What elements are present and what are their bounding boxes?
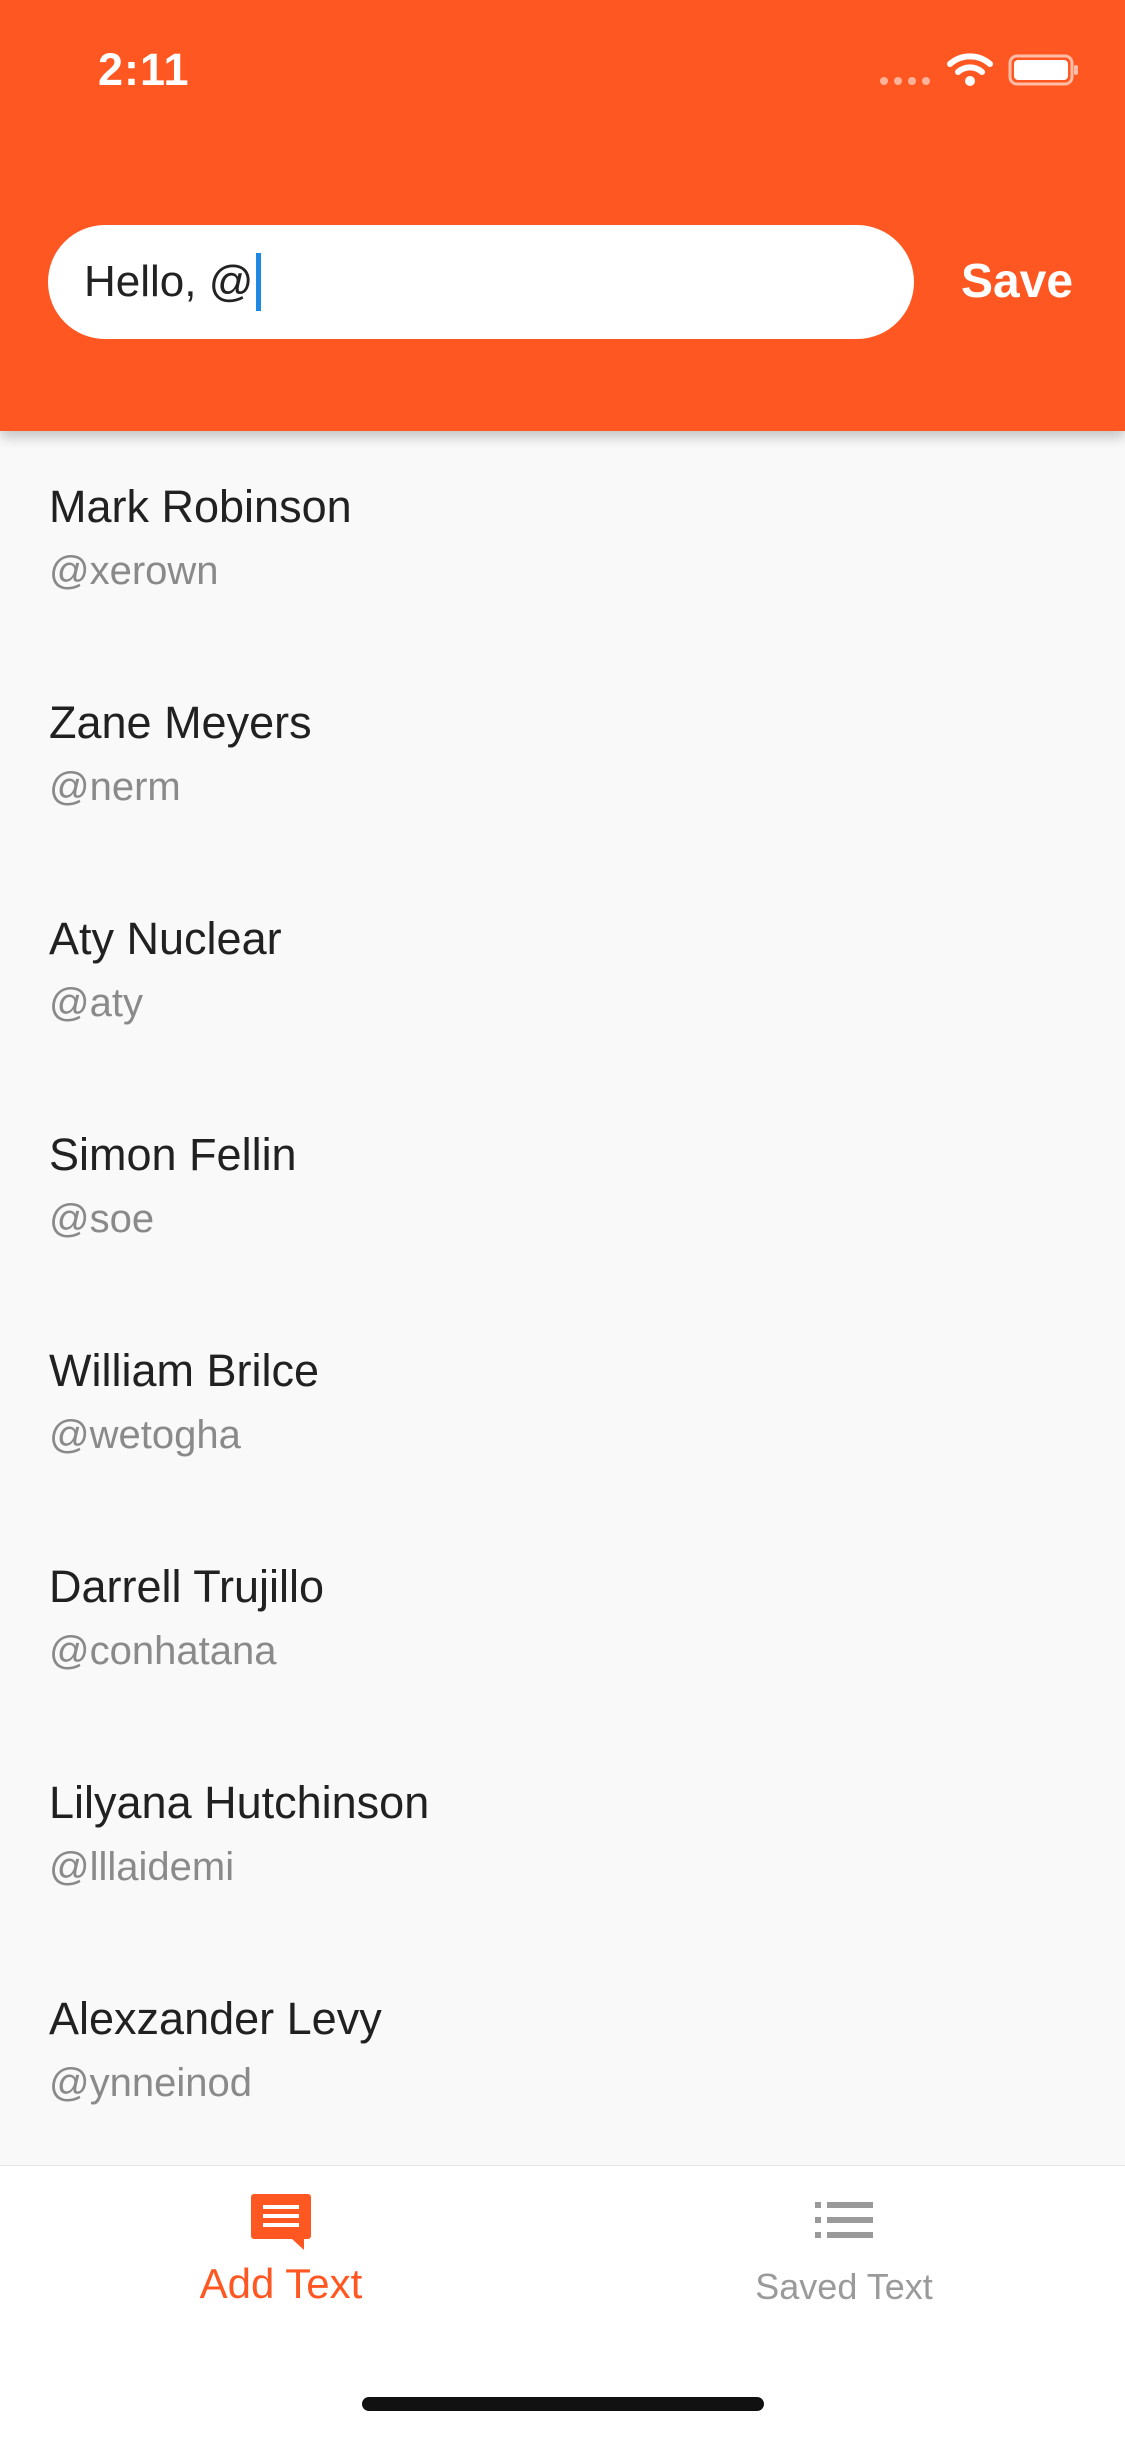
list-item[interactable]: William Brilce @wetogha <box>0 1295 1125 1511</box>
list-item[interactable]: Zane Meyers @nerm <box>0 647 1125 863</box>
list-item[interactable]: Darrell Trujillo @conhatana <box>0 1511 1125 1727</box>
list-item[interactable]: Mark Robinson @xerown <box>0 431 1125 647</box>
user-name: Darrell Trujillo <box>49 1561 325 1612</box>
user-handle: @nerm <box>49 765 181 809</box>
user-handle: @wetogha <box>49 1413 241 1457</box>
user-name: Zane Meyers <box>49 697 312 748</box>
user-suggestion-list: Mark Robinson @xerown Zane Meyers @nerm … <box>0 431 1125 2159</box>
tab-add-text[interactable]: Add Text <box>0 2166 562 2326</box>
message-icon <box>251 2194 311 2250</box>
user-handle: @lllaidemi <box>49 1845 235 1889</box>
user-name: Alexzander Levy <box>49 1993 382 2044</box>
user-handle: @ynneinod <box>49 2061 252 2105</box>
cellular-signal-icon <box>880 77 930 85</box>
home-indicator[interactable] <box>362 2397 764 2411</box>
list-icon <box>815 2202 873 2238</box>
user-name: Lilyana Hutchinson <box>49 1777 430 1828</box>
user-handle: @conhatana <box>49 1629 277 1673</box>
app-header: 2:11 Hello, @ Save <box>0 0 1125 431</box>
save-button[interactable]: Save <box>952 252 1082 312</box>
text-input-field[interactable]: Hello, @ <box>48 225 914 339</box>
user-name: Mark Robinson <box>49 481 352 532</box>
tab-saved-text-label: Saved Text <box>755 2266 933 2307</box>
user-name: Simon Fellin <box>49 1129 297 1180</box>
battery-icon <box>1008 54 1078 86</box>
user-handle: @aty <box>49 981 143 1025</box>
list-item[interactable]: Simon Fellin @soe <box>0 1079 1125 1295</box>
user-handle: @soe <box>49 1197 155 1241</box>
tab-add-text-label: Add Text <box>199 2260 363 2307</box>
list-item[interactable]: Alexzander Levy @ynneinod <box>0 1943 1125 2159</box>
tab-saved-text[interactable]: Saved Text <box>563 2166 1125 2326</box>
status-time: 2:11 <box>98 44 190 95</box>
text-cursor <box>256 253 262 311</box>
user-name: Aty Nuclear <box>49 913 282 964</box>
wifi-icon <box>947 53 993 86</box>
text-input-value: Hello, @ <box>84 257 254 306</box>
list-item[interactable]: Lilyana Hutchinson @lllaidemi <box>0 1727 1125 1943</box>
list-item[interactable]: Aty Nuclear @aty <box>0 863 1125 1079</box>
user-name: William Brilce <box>49 1345 319 1396</box>
user-handle: @xerown <box>49 549 219 593</box>
